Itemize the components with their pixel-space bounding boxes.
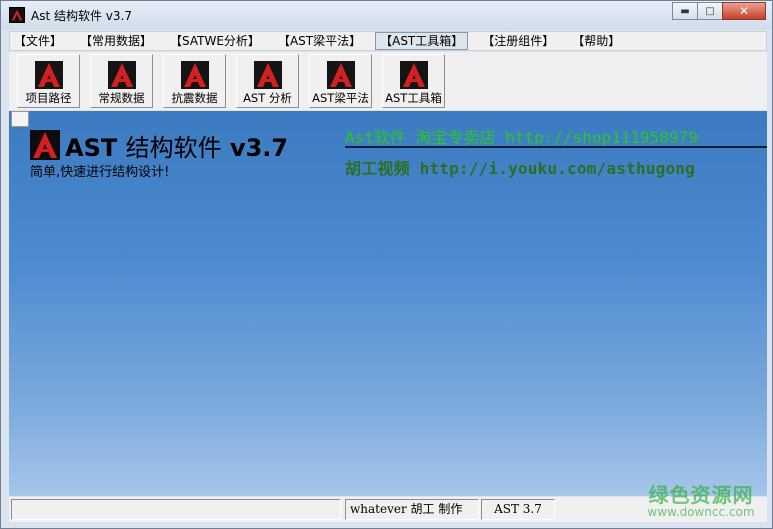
window-controls: ▬ □ ✕ xyxy=(672,2,766,20)
menu-bar: 【文件】 【常用数据】 【SATWE分析】 【AST梁平法】 【AST工具箱】 … xyxy=(9,31,767,51)
brand-version: v3.7 xyxy=(229,134,289,162)
common-data-label: 常规数据 xyxy=(98,91,145,105)
maximize-button[interactable]: □ xyxy=(697,2,723,20)
status-author: whatever 胡工 制作 xyxy=(345,499,479,520)
menu-satwe-analysis[interactable]: 【SATWE分析】 xyxy=(166,33,264,49)
ast-logo-icon xyxy=(30,130,60,160)
shop-link[interactable]: Ast软件 淘宝专卖店 http://shop111958979 xyxy=(345,124,698,148)
minimize-icon: ▬ xyxy=(680,5,690,17)
watermark-main: 绿色资源网 xyxy=(648,483,754,507)
ast-analysis-button[interactable]: AST 分析 xyxy=(236,54,299,108)
seismic-data-label: 抗震数据 xyxy=(171,91,218,105)
selection-box[interactable] xyxy=(11,111,29,127)
ast-analysis-label: AST 分析 xyxy=(243,91,292,105)
divider xyxy=(345,146,767,148)
video-link[interactable]: 胡工视频 http://i.youku.com/asthugong xyxy=(345,155,695,179)
brand-title: AST 结构软件 v3.7 xyxy=(65,128,288,163)
maximize-icon: □ xyxy=(705,5,715,17)
title-bar[interactable]: Ast 结构软件 v3.7 ▬ □ ✕ xyxy=(1,1,772,30)
project-path-button[interactable]: 项目路径 xyxy=(17,54,80,108)
main-canvas[interactable]: AST 结构软件 v3.7 简单,快速进行结构设计! Ast软件 淘宝专卖店 h… xyxy=(9,111,767,496)
brand-cn: 结构软件 xyxy=(125,134,222,162)
ast-beam-label: AST梁平法 xyxy=(312,91,369,105)
watermark-sub: www.downcc.com xyxy=(647,505,755,519)
ast-logo-icon xyxy=(107,61,136,89)
menu-register[interactable]: 【注册组件】 xyxy=(478,33,558,49)
ast-logo-icon xyxy=(253,61,282,89)
minimize-button[interactable]: ▬ xyxy=(672,2,698,20)
menu-ast-toolbox[interactable]: 【AST工具箱】 xyxy=(375,32,469,50)
status-cell-main xyxy=(11,499,341,520)
status-version: AST 3.7 xyxy=(481,499,555,520)
ast-toolbox-button[interactable]: AST工具箱 xyxy=(382,54,445,108)
menu-common-data[interactable]: 【常用数据】 xyxy=(76,33,156,49)
menu-help[interactable]: 【帮助】 xyxy=(568,33,624,49)
project-path-label: 项目路径 xyxy=(25,91,72,105)
common-data-button[interactable]: 常规数据 xyxy=(90,54,153,108)
menu-ast-beam[interactable]: 【AST梁平法】 xyxy=(274,33,365,49)
window-title: Ast 结构软件 v3.7 xyxy=(31,9,132,23)
ast-logo-icon xyxy=(399,61,428,89)
brand-latin: AST xyxy=(65,134,118,162)
ast-logo-icon xyxy=(326,61,355,89)
app-window: Ast 结构软件 v3.7 ▬ □ ✕ 【文件】 【常用数据】 【SATWE分析… xyxy=(0,0,773,529)
seismic-data-button[interactable]: 抗震数据 xyxy=(163,54,226,108)
watermark: 绿色资源网 www.downcc.com xyxy=(631,479,771,519)
close-button[interactable]: ✕ xyxy=(722,2,766,20)
tagline: 简单,快速进行结构设计! xyxy=(30,165,170,180)
toolbar: 项目路径 常规数据 抗震数据 AST 分析 AST梁平法 AST工具箱 xyxy=(9,52,767,110)
ast-logo-icon xyxy=(9,7,25,23)
close-icon: ✕ xyxy=(738,4,750,18)
ast-logo-icon xyxy=(180,61,209,89)
menu-file[interactable]: 【文件】 xyxy=(10,33,66,49)
ast-logo-icon xyxy=(34,61,63,89)
ast-beam-button[interactable]: AST梁平法 xyxy=(309,54,372,108)
ast-toolbox-label: AST工具箱 xyxy=(385,91,442,105)
